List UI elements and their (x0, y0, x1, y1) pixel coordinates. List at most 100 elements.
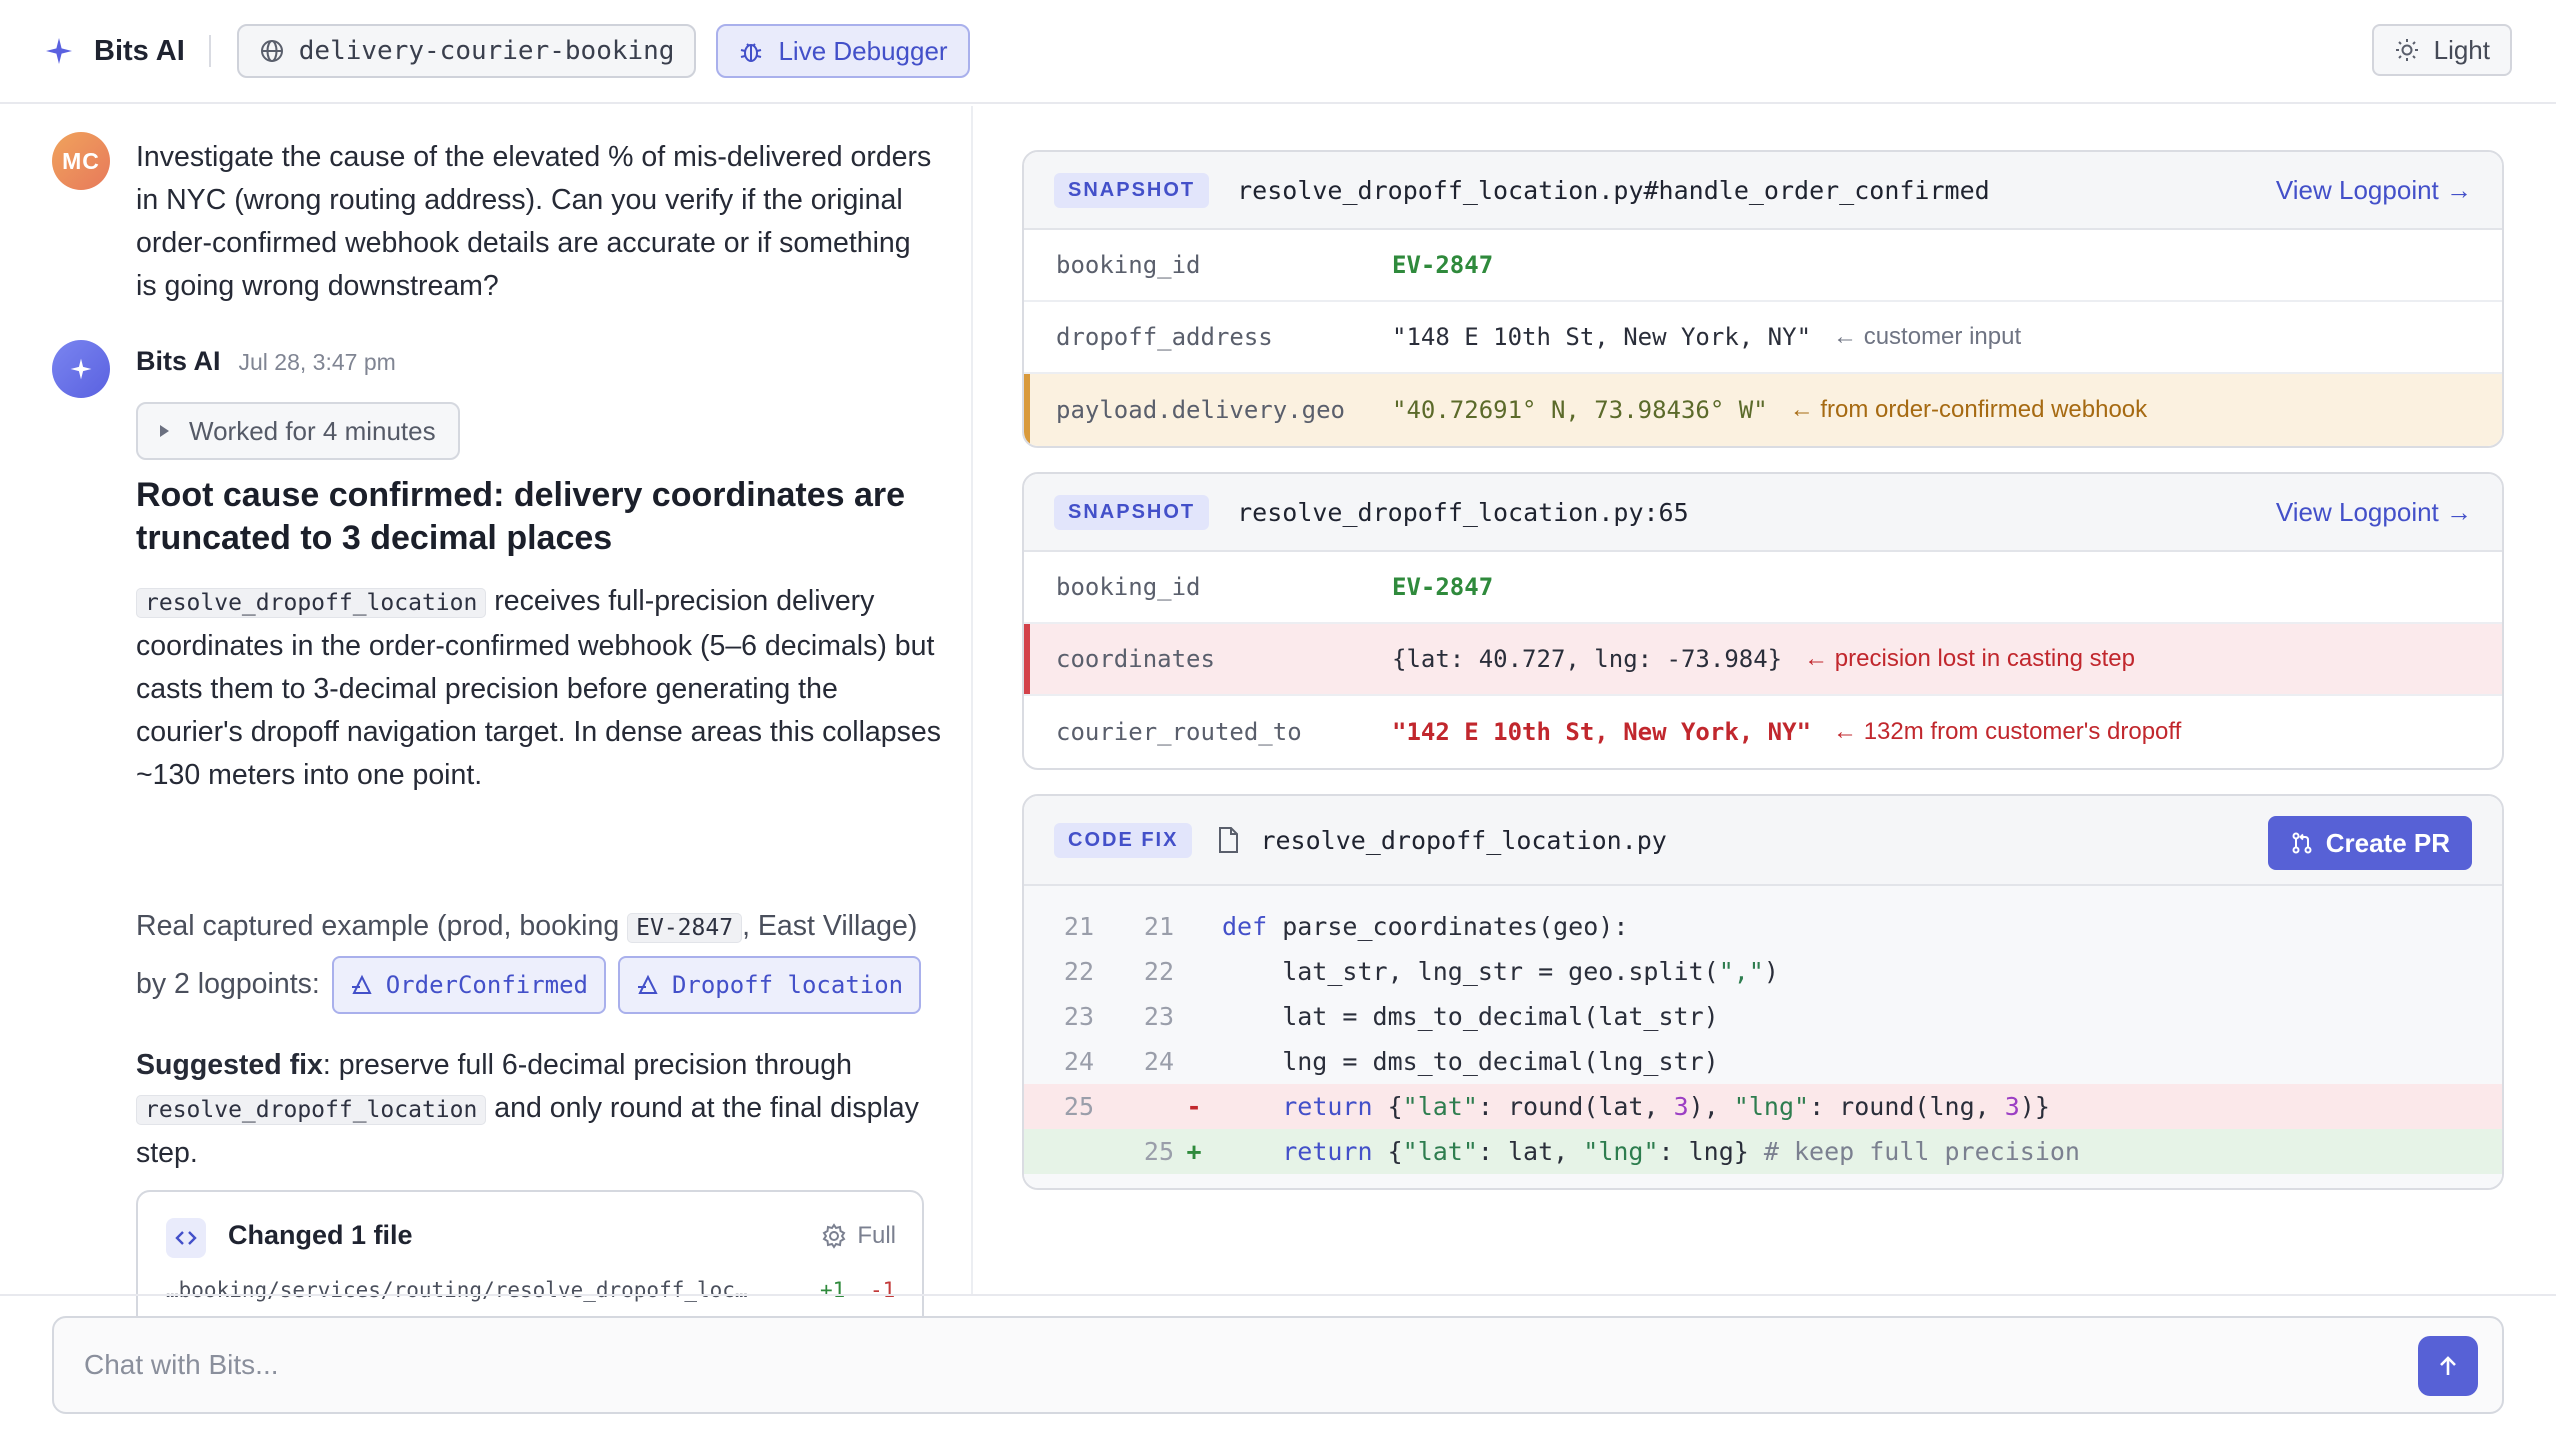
send-button[interactable] (2418, 1336, 2478, 1396)
user-avatar: MC (52, 132, 110, 190)
suggested-fix-label: Suggested fix (136, 1049, 323, 1081)
worked-label: Worked for 4 minutes (189, 415, 436, 446)
create-pr-button[interactable]: Create PR (2267, 816, 2472, 870)
logpoint-icon (636, 973, 660, 997)
chat-input[interactable] (84, 1318, 2384, 1412)
header-divider (208, 35, 211, 67)
root-cause-title: Root cause confirmed: delivery coordinat… (136, 476, 906, 557)
snapshot-key: dropoff_address (1056, 323, 1273, 351)
inline-code: resolve_dropoff_location (136, 1095, 487, 1125)
snapshot-header: SNAPSHOT resolve_dropoff_location.py#han… (1024, 152, 2502, 230)
example-paragraph: Real captured example (prod, booking EV-… (136, 898, 946, 1015)
logpoint-icon (350, 973, 374, 997)
snapshot-key: coordinates (1056, 645, 1215, 673)
full-label: Full (857, 1222, 896, 1249)
new-line-number: 21 (1143, 912, 1174, 941)
code-line-added: 25 + return {"lat": lat, "lng": lng} # ke… (1024, 1129, 2502, 1174)
chat-input-box[interactable] (52, 1316, 2504, 1414)
code-line: 23 23 lat = dms_to_decimal(lat_str) (1024, 994, 2502, 1039)
logpoint-dropoff-location-button[interactable]: Dropoff location (617, 956, 922, 1015)
snapshot-note: ← precision lost in casting step (1804, 645, 2135, 672)
code-fix-file: resolve_dropoff_location.py (1260, 825, 1667, 855)
snapshot-header: SNAPSHOT resolve_dropoff_location.py:65 … (1024, 474, 2502, 552)
pull-request-icon (2290, 831, 2314, 855)
service-name: delivery-courier-booking (298, 36, 675, 66)
code-line-removed: 25 - return {"lat": round(lat, 3), "lng":… (1024, 1084, 2502, 1129)
service-selector[interactable]: delivery-courier-booking (236, 24, 697, 78)
logpoint-label: Dropoff location (671, 971, 904, 1000)
old-line-number: 24 (1063, 1047, 1094, 1076)
code-source: return {"lat": lat, "lng": lng} # keep f… (1282, 1137, 2080, 1166)
snapshot-row: dropoff_address "148 E 10th St, New York… (1024, 302, 2502, 374)
code-line: 21 21 def parse_coordinates(geo): (1024, 904, 2502, 949)
sun-icon (2394, 37, 2420, 63)
snapshot-row-highlight: payload.delivery.geo "40.72691° N, 73.98… (1024, 374, 2502, 446)
inline-code: resolve_dropoff_location (136, 588, 487, 618)
live-debugger-button[interactable]: Live Debugger (716, 24, 970, 78)
gear-icon (821, 1223, 847, 1249)
fix-text: : preserve full 6-decimal precision thro… (322, 1049, 852, 1081)
old-line-number: 22 (1063, 957, 1094, 986)
snapshot-key: courier_routed_to (1056, 718, 1302, 746)
code-source: lng = dms_to_decimal(lng_str) (1222, 1047, 1719, 1076)
full-view-button[interactable]: Full (821, 1222, 896, 1250)
snapshot-file: resolve_dropoff_location.py:65 (1237, 497, 1689, 527)
arrow-up-icon (2440, 1356, 2456, 1375)
view-logpoint-link[interactable]: View Logpoint → (2276, 175, 2472, 206)
snapshot-card-line-65: SNAPSHOT resolve_dropoff_location.py:65 … (1022, 472, 2504, 770)
chat-thread: MC Investigate the cause of the elevated… (0, 106, 973, 1334)
logpoint-label: OrderConfirmed (385, 971, 589, 1000)
explanation-paragraph: resolve_dropoff_location receives full-p… (136, 580, 946, 797)
snapshot-value: EV-2847 (1392, 251, 1494, 279)
file-icon (1216, 826, 1240, 854)
snapshot-key: booking_id (1056, 573, 1201, 601)
bot-message-header: Bits AI Jul 28, 3:47 pm (136, 346, 396, 377)
brand-name: Bits AI (94, 34, 185, 67)
snapshot-tag: SNAPSHOT (1054, 494, 1210, 530)
logpoint-order-confirmed-button[interactable]: OrderConfirmed (331, 956, 607, 1015)
caret-right-icon (160, 425, 169, 437)
snapshot-key: booking_id (1056, 251, 1201, 279)
code-icon (166, 1218, 206, 1258)
snapshot-value: "142 E 10th St, New York, NY" (1392, 718, 1812, 746)
bot-timestamp: Jul 28, 3:47 pm (238, 349, 396, 375)
code-line: 24 24 lng = dms_to_decimal(lng_str) (1024, 1039, 2502, 1084)
code-fix-tag: CODE FIX (1054, 822, 1193, 858)
booking-id-code: EV-2847 (627, 913, 743, 943)
code-fix-card: CODE FIX resolve_dropoff_location.py Cre… (1022, 794, 2504, 1190)
live-debugger-label: Live Debugger (778, 35, 948, 66)
suggested-fix-paragraph: Suggested fix: preserve full 6-decimal p… (136, 1044, 946, 1175)
snapshot-value: EV-2847 (1392, 573, 1494, 601)
snapshot-value: "40.72691° N, 73.98436° W" (1392, 396, 1768, 424)
code-source: def parse_coordinates(geo): (1222, 912, 1629, 941)
new-line-number: 25 (1143, 1137, 1174, 1166)
snapshot-file: resolve_dropoff_location.py#handle_order… (1237, 175, 1990, 205)
snapshot-value: "148 E 10th St, New York, NY" (1392, 323, 1812, 351)
code-source: return {"lat": round(lat, 3), "lng": rou… (1282, 1092, 2050, 1121)
sparkle-icon (44, 36, 74, 66)
code-source: lat = dms_to_decimal(lat_str) (1222, 1002, 1719, 1031)
snapshot-note: ← from order-confirmed webhook (1789, 396, 2148, 423)
old-line-number: 21 (1063, 912, 1094, 941)
snapshot-row-error: coordinates {lat: 40.727, lng: -73.984} … (1024, 624, 2502, 696)
snapshot-row: booking_id EV-2847 (1024, 230, 2502, 302)
theme-label: Light (2433, 34, 2490, 65)
new-line-number: 23 (1143, 1002, 1174, 1031)
code-fix-header: CODE FIX resolve_dropoff_location.py Cre… (1024, 796, 2502, 886)
diff-sign: + (1186, 1137, 1202, 1166)
code-diff: 21 21 def parse_coordinates(geo): 22 22 lat… (1024, 886, 2502, 1188)
snapshot-row: courier_routed_to "142 E 10th St, New Yo… (1024, 696, 2502, 768)
bot-name: Bits AI (136, 346, 221, 376)
view-logpoint-link[interactable]: View Logpoint → (2276, 497, 2472, 528)
worked-for-toggle[interactable]: Worked for 4 minutes (136, 402, 460, 460)
snapshot-card-handle-order-confirmed: SNAPSHOT resolve_dropoff_location.py#han… (1022, 150, 2504, 448)
old-line-number: 23 (1063, 1002, 1094, 1031)
snapshot-note: ← customer input (1833, 323, 2022, 350)
code-line: 22 22 lat_str, lng_str = geo.split(",") (1024, 949, 2502, 994)
top-bar: Bits AI delivery-courier-booking Live De… (0, 0, 2556, 104)
theme-toggle-button[interactable]: Light (2371, 24, 2512, 76)
chat-composer (0, 1294, 2556, 1436)
globe-icon (259, 38, 285, 64)
code-source: lat_str, lng_str = geo.split(",") (1222, 957, 1779, 986)
new-line-number: 22 (1143, 957, 1174, 986)
